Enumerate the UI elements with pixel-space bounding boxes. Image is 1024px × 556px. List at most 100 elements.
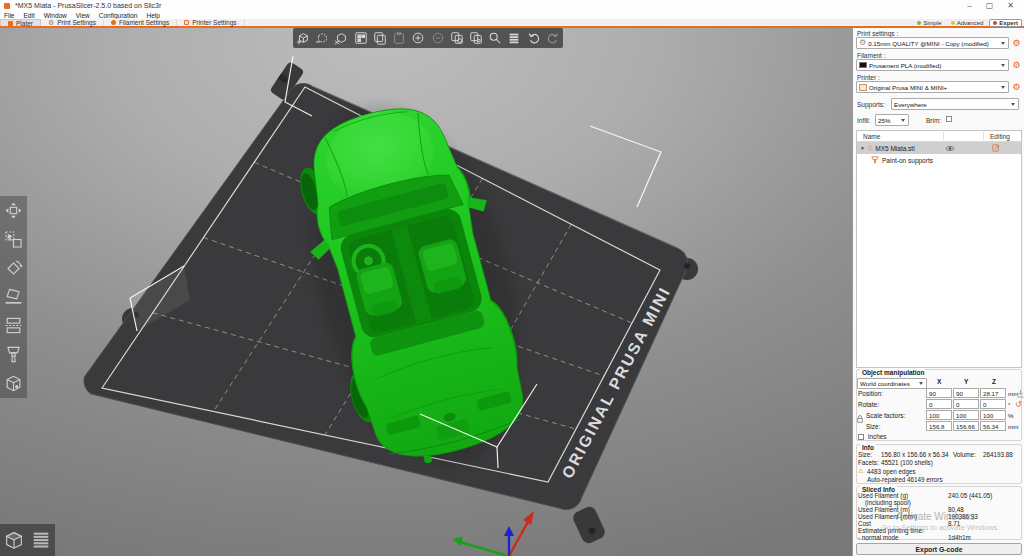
export-gcode-button[interactable]: Export G-code <box>856 543 1022 555</box>
menu-file[interactable]: File <box>4 12 14 19</box>
add-instance-icon[interactable] <box>411 31 425 45</box>
split-objects-icon[interactable] <box>450 31 464 45</box>
object-list-header: Name Editing <box>857 131 1021 142</box>
paint-brush-icon <box>871 156 879 164</box>
scale-z-field[interactable]: 100 <box>980 410 1006 420</box>
mode-advanced[interactable]: Advanced <box>948 19 987 27</box>
tab-plater[interactable]: Plater <box>0 19 41 26</box>
delete-all-icon[interactable] <box>334 31 348 45</box>
supports-combo[interactable]: Everywhere <box>891 98 1019 110</box>
size-x-field[interactable]: 156.8 <box>926 421 952 431</box>
brim-checkbox[interactable] <box>946 116 952 122</box>
watermark-line1: Activate Windows <box>896 511 975 522</box>
variable-layer-height-icon[interactable] <box>507 31 521 45</box>
split-parts-icon[interactable] <box>469 31 483 45</box>
mode-switcher: Simple Advanced Expert <box>914 19 1022 26</box>
expand-chevron-icon[interactable]: ▼ <box>860 145 865 151</box>
rotate-icon[interactable] <box>4 259 23 278</box>
brim-label: Brim: <box>926 117 941 124</box>
scale-icon[interactable] <box>4 230 23 249</box>
close-icon[interactable]: ✕ <box>1007 2 1014 10</box>
copy-icon[interactable] <box>373 31 387 45</box>
delete-icon[interactable] <box>315 31 329 45</box>
window-controls: – ▢ ✕ <box>967 2 1014 10</box>
eye-icon[interactable] <box>945 145 955 152</box>
chevron-down-icon <box>919 382 923 385</box>
object-row-supports[interactable]: Paint-on supports <box>857 154 1021 166</box>
filament-label: Filament : <box>857 52 886 59</box>
tab-filament-settings[interactable]: Filament Settings <box>104 19 177 26</box>
warning-icon: ⚠ <box>867 144 873 152</box>
viewport-3d[interactable]: ORIGINAL PRUSA MINI <box>0 28 852 556</box>
search-icon[interactable] <box>488 31 502 45</box>
paste-icon[interactable] <box>392 31 406 45</box>
menu-bar: File Edit Window View Configuration Help <box>0 11 1024 19</box>
scale-x-field[interactable]: 100 <box>926 410 952 420</box>
rotate-z-field[interactable]: 0 <box>980 399 1006 409</box>
position-z-field[interactable]: 28.17 <box>980 388 1006 398</box>
place-on-face-icon[interactable] <box>4 287 23 306</box>
undo-icon[interactable] <box>527 31 541 45</box>
filament-gear-button[interactable]: ⚙ <box>1011 60 1022 71</box>
col-y: Y <box>964 378 968 385</box>
drop-to-bed-icon[interactable] <box>1017 390 1024 398</box>
mode-expert[interactable]: Expert <box>989 19 1022 27</box>
preview-icon[interactable] <box>30 529 52 551</box>
inches-row: Inches <box>858 433 886 440</box>
add-icon[interactable] <box>296 31 310 45</box>
chevron-down-icon <box>901 119 905 122</box>
chevron-down-icon <box>1001 86 1005 89</box>
menu-configuration[interactable]: Configuration <box>99 12 138 19</box>
info-facets-value: 45521 (100 shells) <box>881 459 933 466</box>
print-settings-combo[interactable]: ⚙ 0.15mm QUALITY @MINI - Copy (modified) <box>856 37 1009 49</box>
info-size-value: 156.80 x 156.66 x 56.34 <box>881 451 949 458</box>
info-volume-value: 264193.88 <box>983 451 1013 458</box>
mode-simple[interactable]: Simple <box>914 19 944 27</box>
position-y-field[interactable]: 90 <box>953 388 979 398</box>
paint-on-supports-icon[interactable] <box>4 345 23 364</box>
printer-gear-button[interactable]: ⚙ <box>1011 82 1022 93</box>
axes-indicator <box>452 511 534 556</box>
infill-label: Infill: <box>857 117 870 124</box>
position-x-field[interactable]: 90 <box>926 388 952 398</box>
print-settings-label: Print settings : <box>857 30 898 37</box>
filament-row: Prusament PLA (modified) ⚙ <box>856 59 1022 71</box>
gizmo-toolbar <box>0 196 27 398</box>
maximize-icon[interactable]: ▢ <box>986 2 994 10</box>
app-icon <box>4 3 10 9</box>
menu-view[interactable]: View <box>76 12 90 19</box>
cut-icon[interactable] <box>4 316 23 335</box>
seam-icon[interactable] <box>4 374 23 393</box>
editor-view-icon[interactable] <box>3 529 25 551</box>
view-mode-buttons <box>0 524 55 556</box>
inches-checkbox[interactable] <box>858 434 864 440</box>
scale-y-field[interactable]: 100 <box>953 410 979 420</box>
remove-instance-icon[interactable] <box>431 31 445 45</box>
tab-printer-settings[interactable]: Printer Settings <box>177 19 244 26</box>
print-settings-row: ⚙ 0.15mm QUALITY @MINI - Copy (modified)… <box>856 37 1022 49</box>
printer-combo[interactable]: Original Prusa MINI & MINI+ <box>856 81 1009 93</box>
object-row-mx5[interactable]: ▼ ⚠ MX5 Miata.stl <box>857 142 1021 154</box>
coords-combo[interactable]: World coordinates <box>857 378 927 389</box>
prusaslicer-window: *MX5 Miata - PrusaSlicer-2.5.0 based on … <box>0 0 1024 556</box>
preset-gear-icon: ⚙ <box>859 39 866 47</box>
minimize-icon[interactable]: – <box>967 2 971 10</box>
arrange-icon[interactable] <box>354 31 368 45</box>
rotate-y-field[interactable]: 0 <box>953 399 979 409</box>
filament-combo[interactable]: Prusament PLA (modified) <box>856 59 1009 71</box>
edit-icon[interactable] <box>992 144 1000 152</box>
rotate-x-field[interactable]: 0 <box>926 399 952 409</box>
move-icon[interactable] <box>4 201 23 220</box>
menu-edit[interactable]: Edit <box>23 12 34 19</box>
top-toolbar <box>293 28 563 48</box>
redo-icon[interactable] <box>546 31 560 45</box>
menu-help[interactable]: Help <box>146 12 159 19</box>
title-bar: *MX5 Miata - PrusaSlicer-2.5.0 based on … <box>0 0 1024 11</box>
print-settings-gear-button[interactable]: ⚙ <box>1011 38 1022 49</box>
menu-window[interactable]: Window <box>44 12 67 19</box>
infill-combo[interactable]: 25% <box>875 114 909 126</box>
reset-rotation-icon[interactable]: ↺ <box>1015 400 1022 409</box>
tab-print-settings[interactable]: ⚙ Print Settings <box>41 19 104 26</box>
size-y-field[interactable]: 156.66 <box>953 421 979 431</box>
size-z-field[interactable]: 56.34 <box>980 421 1006 431</box>
